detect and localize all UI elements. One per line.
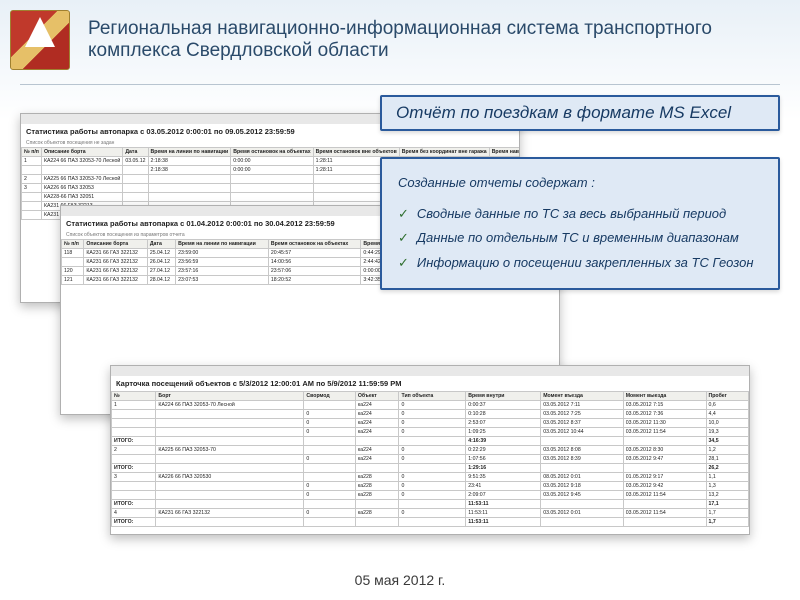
- column-header: Свормод: [304, 392, 355, 401]
- column-header: Борт: [156, 392, 304, 401]
- column-header: Описание борта: [41, 148, 122, 157]
- column-header: Время остановок на объектах: [231, 148, 313, 157]
- column-header: Пробег: [706, 392, 748, 401]
- column-header: № п/п: [62, 240, 84, 249]
- column-header: Время на линии по навигации: [148, 148, 231, 157]
- table-row: 0ка22401:09:2503.05.2012 10:4403.05.2012…: [112, 428, 749, 437]
- table-row: 0ка22400:10:2803.05.2012 7:2503.05.2012 …: [112, 410, 749, 419]
- feature-item: Сводные данные по ТС за весь выбранный п…: [398, 202, 762, 227]
- table-row: ИТОГО:1:29:1626,2: [112, 464, 749, 473]
- callout-features: Созданные отчеты содержат : Сводные данн…: [380, 157, 780, 290]
- column-header: №: [112, 392, 156, 401]
- page-title: Региональная навигационно-информационная…: [88, 18, 780, 62]
- column-header: Дата: [123, 148, 148, 157]
- slide-canvas: Статистика работы автопарка с 03.05.2012…: [20, 95, 780, 535]
- divider: [20, 84, 780, 85]
- column-header: Объект: [355, 392, 399, 401]
- table-row: ИТОГО:11:53:111,7: [112, 518, 749, 527]
- region-crest-icon: [10, 10, 70, 70]
- column-header: Время на линии по навигации: [176, 240, 269, 249]
- table-row: ИТОГО:4:16:3934,5: [112, 437, 749, 446]
- column-header: Время без координат вне гаража: [399, 148, 489, 157]
- column-header: Время навигации: [489, 148, 520, 157]
- sheet3-caption: Карточка посещений объектов с 5/3/2012 1…: [111, 376, 749, 391]
- table-row: 0ка228023:4103.05.2012 9:1803.05.2012 9:…: [112, 482, 749, 491]
- callout-title: Отчёт по поездкам в формате MS Excel: [380, 95, 780, 131]
- column-header: Тип объекта: [399, 392, 466, 401]
- sheet1-note: Список объектов посещения не задан: [21, 139, 519, 147]
- column-header: Описание борта: [84, 240, 147, 249]
- callout-lead: Созданные отчеты содержат :: [398, 171, 762, 196]
- callout-feature-list: Сводные данные по ТС за весь выбранный п…: [398, 202, 762, 276]
- feature-item: Данные по отдельным ТС и временным диапа…: [398, 226, 762, 251]
- table-row: 0ка22401:07:5603.05.2012 8:3903.05.2012 …: [112, 455, 749, 464]
- column-header: Момент въезда: [541, 392, 624, 401]
- feature-item: Информацию о посещении закрепленных за Т…: [398, 251, 762, 276]
- footer-date: 05 мая 2012 г.: [0, 572, 800, 588]
- sheet3-table: №БортСвормодОбъектТип объектаВремя внутр…: [111, 391, 749, 527]
- table-row: 0ка22802:09:0703.05.2012 9:4503.05.2012 …: [112, 491, 749, 500]
- excel-report-geozone-card: Карточка посещений объектов с 5/3/2012 1…: [110, 365, 750, 535]
- column-header: Время внутри: [466, 392, 541, 401]
- column-header: № п/п: [22, 148, 42, 157]
- table-row: 2КА225 66 ПАЗ 32053-70ка22400:22:2903.05…: [112, 446, 749, 455]
- table-row: 1КА224 66 ПАЗ 32053-70 Леснойка22400:00:…: [112, 401, 749, 410]
- page-header: Региональная навигационно-информационная…: [0, 0, 800, 80]
- column-header: Время остановок на объектах: [268, 240, 361, 249]
- table-row: ИТОГО:11:53:1117,1: [112, 500, 749, 509]
- table-row: 4КА231 66 ГАЗ 3221320ка228011:53:1103.05…: [112, 509, 749, 518]
- column-header: Момент выезда: [623, 392, 706, 401]
- table-row: 3КА226 66 ПАЗ 320530ка22809:51:3508.05.2…: [112, 473, 749, 482]
- column-header: Дата: [147, 240, 175, 249]
- column-header: Время остановок вне объектов: [313, 148, 399, 157]
- table-row: 0ка22402:53:0703.05.2012 8:3703.05.2012 …: [112, 419, 749, 428]
